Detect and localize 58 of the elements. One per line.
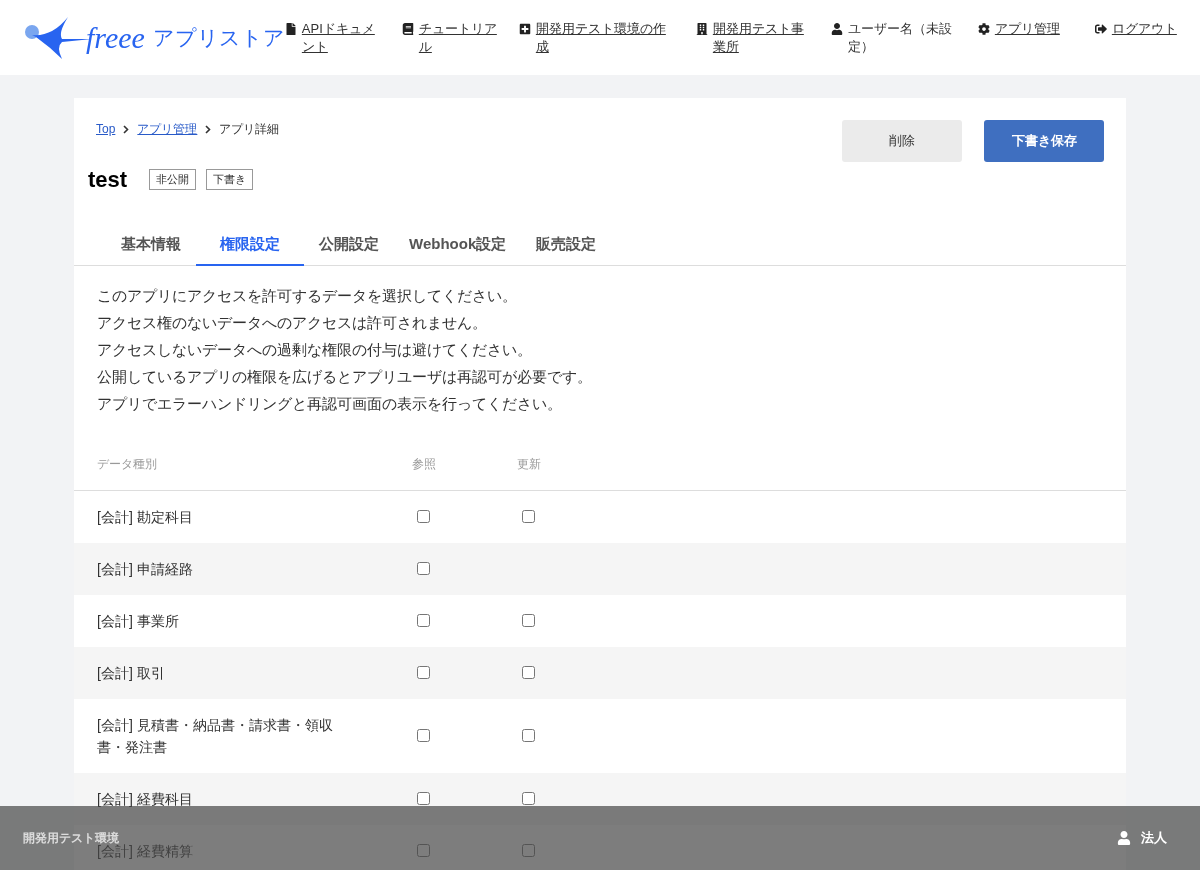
book-icon <box>401 22 414 35</box>
breadcrumb-link[interactable]: アプリ管理 <box>137 120 198 138</box>
tab[interactable]: 公開設定 <box>304 233 394 266</box>
environment-label: 開発用テスト環境 <box>23 830 119 845</box>
delete-button[interactable]: 削除 <box>842 120 962 162</box>
data-type-cell-text: [会計] 取引 <box>97 663 166 683</box>
app-name: test <box>88 166 128 194</box>
column-header: データ種別 <box>97 456 158 473</box>
description-text: アクセスしないデータへの過剰な権限の付与は避けてください。 <box>97 339 533 360</box>
document-icon <box>284 22 297 35</box>
gear-icon <box>977 22 990 35</box>
tab[interactable]: Webhook設定 <box>394 233 522 266</box>
checkbox[interactable] <box>522 614 535 627</box>
user-name: ユーザー名（未設定） <box>847 19 953 56</box>
user-icon <box>1117 831 1131 845</box>
save-draft-button[interactable]: 下書き保存 <box>984 120 1104 162</box>
description-text: このアプリにアクセスを許可するデータを選択してください。 <box>97 285 518 306</box>
chevron-icon <box>205 124 212 134</box>
data-type-cell-text: [会計] 勘定科目 <box>97 507 194 527</box>
status-tag: 非公開 <box>149 169 197 190</box>
checkbox[interactable] <box>417 510 430 523</box>
checkbox[interactable] <box>417 666 430 679</box>
store-label: アプリストア <box>152 24 285 51</box>
checkbox[interactable] <box>522 792 535 805</box>
checkbox[interactable] <box>417 729 430 742</box>
nav-link[interactable]: ログアウト <box>1111 19 1194 38</box>
checkbox[interactable] <box>417 792 430 805</box>
nav-link[interactable]: APIドキュメント <box>301 19 384 56</box>
nav-link[interactable]: チュートリアル <box>418 19 501 56</box>
tab[interactable]: 権限設定 <box>196 233 304 266</box>
user-icon <box>830 22 843 35</box>
tab[interactable]: 基本情報 <box>106 233 196 266</box>
column-header: 参照 <box>412 456 437 473</box>
chevron-icon <box>123 124 130 134</box>
checkbox[interactable] <box>417 562 430 575</box>
data-type-cell-text: [会計] 見積書・納品書・請求書・領収書・発注書 <box>97 715 334 757</box>
description-text: 公開しているアプリの権限を広げるとアプリユーザは再認可が必要です。 <box>97 366 593 387</box>
logout-icon <box>1094 22 1107 35</box>
checkbox[interactable] <box>522 729 535 742</box>
logo-text: freee <box>86 22 145 53</box>
breadcrumb-link[interactable]: Top <box>96 120 116 138</box>
data-type-cell-text: [会計] 事業所 <box>97 611 180 631</box>
description-text: アプリでエラーハンドリングと再認可画面の表示を行ってください。 <box>97 393 563 414</box>
checkbox[interactable] <box>522 510 535 523</box>
data-type-cell-text: [会計] 経費科目 <box>97 789 194 809</box>
nav-link[interactable]: アプリ管理 <box>994 19 1077 38</box>
status-tag: 下書き <box>206 169 254 190</box>
building-icon <box>695 22 708 35</box>
tab[interactable]: 販売設定 <box>521 233 612 266</box>
data-type-cell-text: [会計] 申請経路 <box>97 559 194 579</box>
checkbox[interactable] <box>522 666 535 679</box>
nav-link[interactable]: 開発用テスト環境の作成 <box>535 19 678 56</box>
breadcrumb-current: アプリ詳細 <box>219 121 280 138</box>
nav-link[interactable]: 開発用テスト事業所 <box>712 19 813 56</box>
account-type: 法人 <box>1141 829 1167 848</box>
description-text: アクセス権のないデータへのアクセスは許可されません。 <box>97 312 488 333</box>
column-header: 更新 <box>517 456 541 473</box>
checkbox[interactable] <box>417 614 430 627</box>
